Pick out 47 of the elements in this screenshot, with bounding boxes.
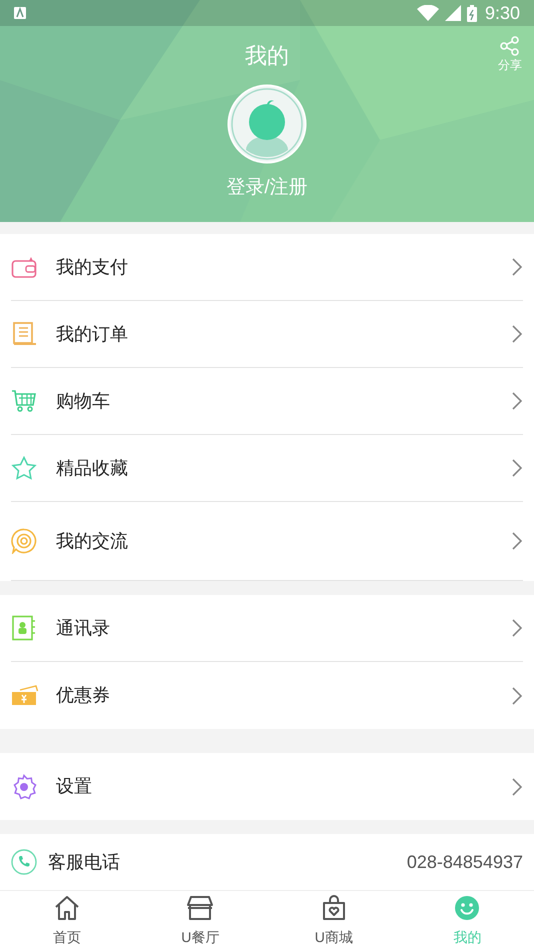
menu-label: 设置	[56, 775, 93, 798]
chevron-right-icon	[511, 324, 523, 344]
receipt-icon	[11, 322, 37, 346]
chevron-right-icon	[511, 458, 523, 478]
menu-item[interactable]: 优惠券	[11, 662, 523, 729]
chevron-right-icon	[511, 531, 523, 551]
wallet-icon	[11, 255, 37, 279]
home-icon	[52, 895, 81, 921]
chevron-right-icon	[511, 618, 523, 638]
tab-item[interactable]: 首页	[0, 891, 134, 950]
menu-label: 购物车	[56, 390, 111, 412]
signal-icon	[444, 5, 461, 21]
phone-icon	[11, 849, 37, 875]
menu-item[interactable]: 精品收藏	[11, 435, 523, 502]
cart-icon	[11, 389, 37, 413]
storefront-icon	[186, 895, 214, 921]
menu-item[interactable]: 我的交流	[11, 502, 523, 581]
menu-item[interactable]: 通讯录	[11, 595, 523, 662]
contacts-book-icon	[11, 615, 37, 641]
star-icon	[11, 456, 37, 480]
menu-label: 通讯录	[56, 616, 111, 640]
chat-rings-icon	[11, 528, 37, 554]
menu-item[interactable]: 购物车	[11, 368, 523, 435]
menu-label: 我的支付	[56, 256, 129, 278]
wifi-icon	[416, 5, 439, 21]
chevron-right-icon	[511, 257, 523, 277]
chevron-right-icon	[511, 686, 523, 706]
coupon-icon	[11, 684, 39, 708]
settings-icon	[11, 774, 37, 800]
chevron-right-icon	[511, 776, 523, 796]
tab-item[interactable]: U餐厅	[134, 891, 267, 950]
share-icon	[500, 36, 520, 56]
menu-label: 优惠券	[56, 684, 111, 707]
service-label: 客服电话	[48, 850, 121, 874]
avatar-icon[interactable]	[227, 84, 307, 164]
menu-item[interactable]: 我的支付	[11, 234, 523, 301]
notification-icon	[14, 7, 26, 19]
menu-item[interactable]: 我的订单	[11, 301, 523, 368]
tab-item[interactable]: U商城	[267, 891, 400, 950]
chevron-right-icon	[511, 391, 523, 411]
service-phone[interactable]: 028-84854937	[406, 848, 523, 876]
status-time: 9:30	[484, 2, 520, 24]
page-title: 我的	[245, 42, 289, 70]
menu-label: 我的订单	[56, 322, 129, 346]
menu-label: 精品收藏	[56, 456, 129, 480]
smiley-icon	[454, 895, 480, 921]
menu-label: 我的交流	[56, 530, 129, 552]
